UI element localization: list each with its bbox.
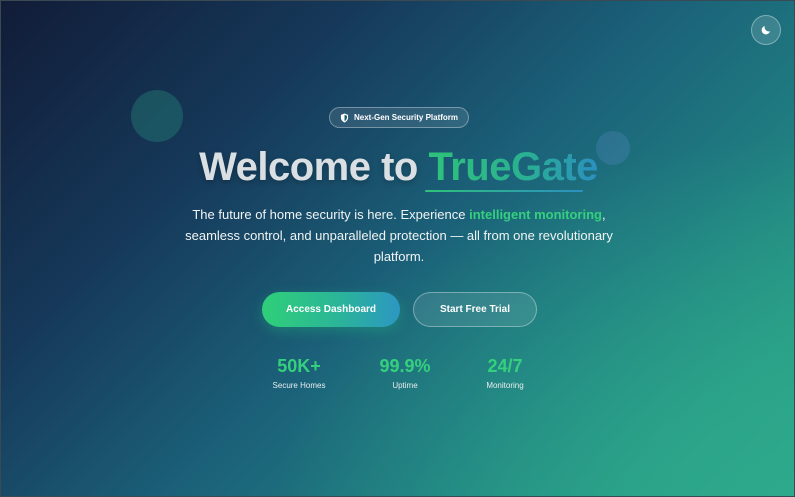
stat-value: 24/7 (487, 356, 523, 376)
hero-subtitle: The future of home security is here. Exp… (173, 204, 625, 267)
badge-label: Next-Gen Security Platform (353, 113, 459, 122)
shield-icon (340, 113, 349, 122)
brand-name: TrueGate (428, 145, 598, 189)
subtitle-text: The future of home security is here. Exp… (192, 207, 470, 222)
platform-badge: Next-Gen Security Platform (329, 107, 469, 128)
access-dashboard-label: Access Dashboard (285, 304, 377, 315)
theme-toggle-button[interactable] (751, 15, 781, 45)
stat-monitoring: 24/7 Monitoring (460, 355, 550, 391)
moon-icon (761, 26, 770, 35)
hero-page: Next-Gen Security Platform Welcome to Tr… (0, 0, 795, 497)
decorative-bubble (131, 90, 183, 142)
stat-uptime: 99.9% Uptime (360, 355, 450, 391)
start-free-trial-label: Start Free Trial (439, 304, 511, 315)
title-prefix: Welcome to (199, 145, 429, 189)
stat-label: Secure Homes (272, 381, 326, 390)
subtitle-highlight: intelligent monitoring (469, 207, 602, 222)
brand-underline (425, 190, 583, 192)
stat-value: 99.9% (379, 356, 431, 376)
stat-secure-homes: 50K+ Secure Homes (254, 355, 344, 391)
hero-title: Welcome to TrueGate (1, 143, 794, 191)
stat-value: 50K+ (277, 356, 321, 376)
stat-label: Uptime (392, 381, 418, 390)
stat-label: Monitoring (486, 381, 524, 390)
access-dashboard-button[interactable]: Access Dashboard (262, 292, 400, 327)
start-free-trial-button[interactable]: Start Free Trial (413, 292, 537, 327)
